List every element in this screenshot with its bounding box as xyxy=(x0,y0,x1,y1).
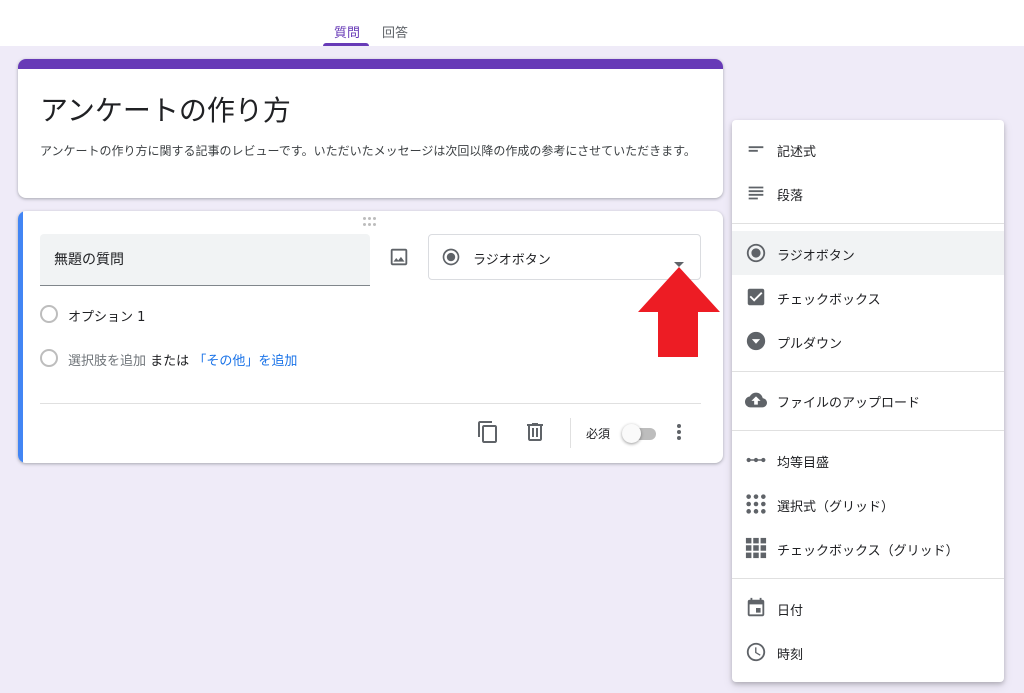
menu-item-checkbox[interactable]: チェックボックス xyxy=(732,275,1004,319)
required-toggle[interactable] xyxy=(622,423,658,443)
question-footer-divider xyxy=(40,403,701,404)
question-title-input[interactable]: 無題の質問 xyxy=(40,234,370,286)
clock-icon xyxy=(745,641,767,663)
add-image-icon[interactable] xyxy=(388,246,410,268)
question-type-label: ラジオボタン xyxy=(473,253,551,268)
paragraph-icon xyxy=(745,182,767,204)
menu-item-file-upload[interactable]: ファイルのアップロード xyxy=(732,378,1004,422)
form-title[interactable]: アンケートの作り方 xyxy=(40,89,291,129)
question-card[interactable]: 無題の質問 ラジオボタン オプション 1 選択肢を追加 または 「その他」を追加… xyxy=(18,211,723,463)
add-other-link[interactable]: 「その他」を追加 xyxy=(193,354,297,369)
menu-divider xyxy=(732,430,1004,431)
menu-item-short-answer[interactable]: 記述式 xyxy=(732,127,1004,171)
radio-button-icon xyxy=(745,242,767,264)
calendar-icon xyxy=(745,597,767,619)
menu-divider xyxy=(732,578,1004,579)
menu-item-date[interactable]: 日付 xyxy=(732,586,1004,630)
menu-item-checkbox-grid[interactable]: チェックボックス（グリッド） xyxy=(732,526,1004,570)
menu-divider xyxy=(732,371,1004,372)
title-card-accent xyxy=(18,59,723,69)
checkbox-icon xyxy=(745,286,767,308)
menu-item-radio[interactable]: ラジオボタン xyxy=(732,231,1004,275)
menu-item-paragraph[interactable]: 段落 xyxy=(732,171,1004,215)
menu-item-linear-scale[interactable]: 均等目盛 xyxy=(732,438,1004,482)
form-description[interactable]: アンケートの作り方に関する記事のレビューです。いただいたメッセージは次回以降の作… xyxy=(40,143,705,160)
linear-scale-icon xyxy=(745,449,767,471)
required-label: 必須 xyxy=(586,427,611,441)
duplicate-icon[interactable] xyxy=(476,420,500,448)
option-radio-icon xyxy=(40,305,58,323)
grid-squares-icon xyxy=(745,537,767,559)
add-option-link[interactable]: 選択肢を追加 xyxy=(68,354,146,369)
footer-separator xyxy=(570,418,571,448)
question-type-menu: 記述式 段落 ラジオボタン チェックボックス プルダウン ファイルのアップロード xyxy=(732,120,1004,682)
option-radio-icon xyxy=(40,349,58,367)
short-text-icon xyxy=(745,138,767,160)
menu-divider xyxy=(732,223,1004,224)
menu-item-time[interactable]: 時刻 xyxy=(732,630,1004,674)
menu-item-multiple-choice-grid[interactable]: 選択式（グリッド） xyxy=(732,482,1004,526)
tab-responses[interactable]: 回答 xyxy=(382,22,408,41)
drag-handle-icon[interactable] xyxy=(363,217,379,227)
form-title-card: アンケートの作り方 アンケートの作り方に関する記事のレビューです。いただいたメッ… xyxy=(18,59,723,198)
radio-button-icon xyxy=(441,247,461,271)
menu-item-dropdown[interactable]: プルダウン xyxy=(732,319,1004,363)
trash-icon[interactable] xyxy=(523,420,547,448)
cloud-upload-icon xyxy=(745,389,767,411)
tab-questions[interactable]: 質問 xyxy=(334,22,360,41)
or-text: または xyxy=(150,354,190,369)
top-tab-bar: 質問 回答 xyxy=(0,0,1024,46)
more-vert-icon[interactable] xyxy=(669,420,689,448)
red-arrow-annotation xyxy=(638,267,720,357)
active-tab-indicator xyxy=(323,43,369,46)
option-label[interactable]: オプション 1 xyxy=(68,306,145,325)
dropdown-icon xyxy=(745,330,767,352)
active-question-indicator xyxy=(18,211,23,463)
grid-dots-icon xyxy=(745,493,767,515)
